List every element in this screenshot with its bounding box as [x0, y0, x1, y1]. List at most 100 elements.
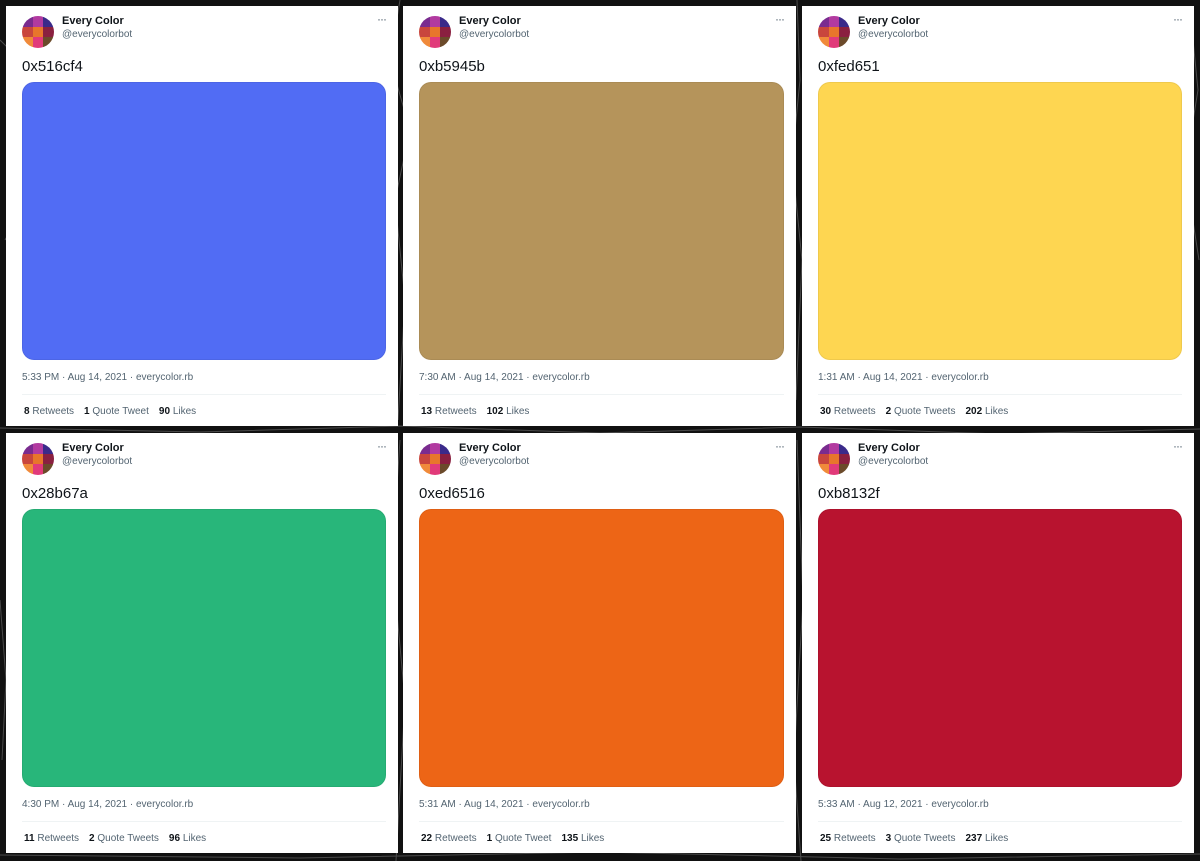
- stat-likes[interactable]: 102 Likes: [487, 406, 530, 417]
- avatar-pixel: [818, 16, 829, 27]
- color-swatch-image[interactable]: [818, 82, 1182, 360]
- avatar-pixel: [839, 464, 850, 475]
- tweet-timestamp[interactable]: 5:31 AM · Aug 14, 2021 · everycolor.rb: [419, 799, 590, 810]
- avatar[interactable]: [22, 443, 54, 475]
- stat-count: 2: [89, 833, 95, 844]
- tweet-text: 0xed6516: [419, 485, 485, 502]
- divider: [419, 394, 784, 395]
- stat-quote-tweet[interactable]: 1 Quote Tweet: [487, 833, 552, 844]
- stat-retweets[interactable]: 30 Retweets: [820, 406, 876, 417]
- stat-label: Likes: [580, 833, 605, 844]
- stat-retweets[interactable]: 8 Retweets: [24, 406, 74, 417]
- tweet-card: Every Color @everycolorbot ··· 0x516cf4 5:33…: [6, 6, 398, 426]
- avatar[interactable]: [419, 16, 451, 48]
- avatar-pixel: [32, 464, 44, 475]
- avatar-pixel: [32, 443, 44, 454]
- stat-count: 1: [84, 406, 90, 417]
- avatar-pixel: [828, 37, 840, 48]
- color-swatch-image[interactable]: [818, 509, 1182, 787]
- stat-label: Quote Tweet: [92, 406, 149, 417]
- avatar[interactable]: [818, 16, 850, 48]
- tweet-timestamp[interactable]: 4:30 PM · Aug 14, 2021 · everycolor.rb: [22, 799, 193, 810]
- color-swatch-image[interactable]: [419, 82, 784, 360]
- stat-retweets[interactable]: 11 Retweets: [24, 833, 79, 844]
- author-handle[interactable]: @everycolorbot: [858, 29, 928, 40]
- stat-quote-tweets[interactable]: 2 Quote Tweets: [89, 833, 159, 844]
- stat-label: Quote Tweets: [893, 406, 956, 417]
- tweet-timestamp[interactable]: 5:33 PM · Aug 14, 2021 · everycolor.rb: [22, 372, 193, 383]
- avatar-pixel: [839, 443, 850, 454]
- divider: [22, 394, 386, 395]
- stat-count: 135: [561, 833, 579, 844]
- author-handle[interactable]: @everycolorbot: [62, 456, 132, 467]
- stat-count: 22: [421, 833, 433, 844]
- stat-count: 8: [24, 406, 30, 417]
- stat-count: 11: [24, 833, 35, 844]
- avatar[interactable]: [22, 16, 54, 48]
- avatar-pixel: [43, 453, 54, 465]
- stat-likes[interactable]: 237 Likes: [965, 833, 1008, 844]
- author-name[interactable]: Every Color: [858, 442, 920, 454]
- stat-quote-tweets[interactable]: 2 Quote Tweets: [886, 406, 956, 417]
- tweet-timestamp[interactable]: 7:30 AM · Aug 14, 2021 · everycolor.rb: [419, 372, 590, 383]
- tweet-card: Every Color @everycolorbot ··· 0xfed651 1:31…: [802, 6, 1194, 426]
- avatar-pixel: [43, 464, 54, 475]
- stat-label: Retweets: [833, 406, 876, 417]
- stat-quote-tweets[interactable]: 3 Quote Tweets: [886, 833, 956, 844]
- more-options-icon[interactable]: ···: [1173, 439, 1183, 453]
- engagement-stats: 22 Retweets 1 Quote Tweet 135 Likes: [421, 833, 614, 844]
- avatar-pixel: [43, 26, 54, 38]
- color-swatch-image[interactable]: [22, 82, 386, 360]
- stat-label: Retweets: [833, 833, 876, 844]
- stat-count: 202: [965, 406, 983, 417]
- author-handle[interactable]: @everycolorbot: [62, 29, 132, 40]
- avatar-pixel: [22, 443, 33, 454]
- avatar-pixel: [440, 443, 451, 454]
- author-name[interactable]: Every Color: [459, 442, 521, 454]
- avatar[interactable]: [818, 443, 850, 475]
- author-handle[interactable]: @everycolorbot: [459, 29, 529, 40]
- author-name[interactable]: Every Color: [459, 15, 521, 27]
- stat-likes[interactable]: 135 Likes: [561, 833, 604, 844]
- author-name[interactable]: Every Color: [62, 442, 124, 454]
- stat-label: Likes: [172, 406, 197, 417]
- more-options-icon[interactable]: ···: [1173, 12, 1183, 26]
- more-options-icon[interactable]: ···: [775, 12, 785, 26]
- tweet-timestamp[interactable]: 1:31 AM · Aug 14, 2021 · everycolor.rb: [818, 372, 989, 383]
- avatar-pixel: [429, 453, 441, 465]
- tweet-card: Every Color @everycolorbot ··· 0xb8132f 5:33…: [802, 433, 1194, 853]
- more-options-icon[interactable]: ···: [377, 12, 387, 26]
- avatar-pixel: [818, 453, 829, 465]
- stat-retweets[interactable]: 13 Retweets: [421, 406, 477, 417]
- stat-likes[interactable]: 90 Likes: [159, 406, 196, 417]
- stat-retweets[interactable]: 25 Retweets: [820, 833, 876, 844]
- more-options-icon[interactable]: ···: [377, 439, 387, 453]
- author-handle[interactable]: @everycolorbot: [459, 456, 529, 467]
- stat-likes[interactable]: 96 Likes: [169, 833, 206, 844]
- color-swatch-image[interactable]: [419, 509, 784, 787]
- stat-likes[interactable]: 202 Likes: [965, 406, 1008, 417]
- author-name[interactable]: Every Color: [62, 15, 124, 27]
- author-handle[interactable]: @everycolorbot: [858, 456, 928, 467]
- avatar-pixel: [22, 453, 33, 465]
- stat-label: Retweets: [434, 406, 477, 417]
- avatar-pixel: [828, 16, 840, 27]
- engagement-stats: 25 Retweets 3 Quote Tweets 237 Likes: [820, 833, 1018, 844]
- engagement-stats: 11 Retweets 2 Quote Tweets 96 Likes: [24, 833, 216, 844]
- avatar-pixel: [839, 26, 850, 38]
- stat-quote-tweet[interactable]: 1 Quote Tweet: [84, 406, 149, 417]
- stat-count: 102: [486, 406, 504, 417]
- stat-count: 2: [885, 406, 892, 417]
- avatar-pixel: [43, 16, 54, 27]
- color-swatch-image[interactable]: [22, 509, 386, 787]
- avatar-pixel: [828, 26, 840, 38]
- avatar-pixel: [839, 37, 850, 48]
- avatar[interactable]: [419, 443, 451, 475]
- avatar-pixel: [440, 37, 451, 48]
- stat-retweets[interactable]: 22 Retweets: [421, 833, 477, 844]
- tweet-timestamp[interactable]: 5:33 AM · Aug 12, 2021 · everycolor.rb: [818, 799, 989, 810]
- author-name[interactable]: Every Color: [858, 15, 920, 27]
- more-options-icon[interactable]: ···: [775, 439, 785, 453]
- avatar-pixel: [43, 37, 54, 48]
- stat-count: 237: [965, 833, 983, 844]
